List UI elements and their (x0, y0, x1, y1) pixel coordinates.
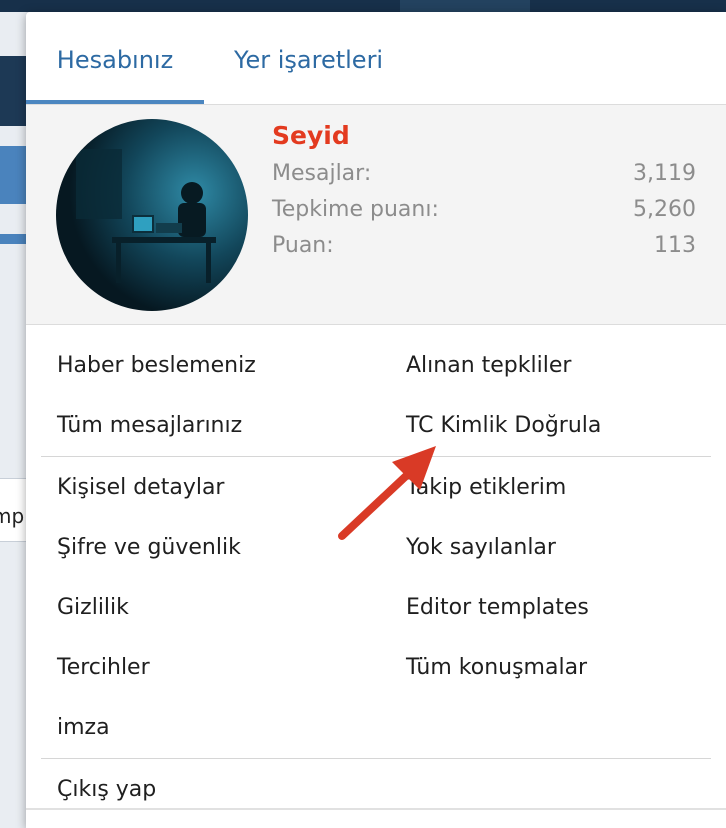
stat-label: Tepkime puanı: (272, 197, 439, 222)
account-menu-popup: Hesabınız Yer işaretleri Seyid Mesajlar:… (26, 12, 726, 828)
link-your-content[interactable]: Tüm mesajlarınız (57, 413, 242, 438)
menu-tabs: Hesabınız Yer işaretleri (26, 12, 726, 104)
stat-value: 5,260 (633, 197, 696, 222)
link-news-feed[interactable]: Haber beslemeniz (57, 353, 256, 378)
stat-points: Puan: 113 (272, 233, 696, 263)
background-top-bar (0, 0, 726, 12)
background-accent-strip (0, 234, 26, 244)
profile-summary: Seyid Mesajlar: 3,119 Tepkime puanı: 5,2… (26, 104, 726, 325)
link-signature[interactable]: imza (57, 715, 110, 740)
popup-bottom-border (26, 808, 726, 810)
stat-messages: Mesajlar: 3,119 (272, 161, 696, 191)
stat-value: 3,119 (633, 161, 696, 186)
annotation-arrow-icon (338, 446, 436, 540)
link-personal-details[interactable]: Kişisel detaylar (57, 475, 224, 500)
username[interactable]: Seyid (272, 121, 350, 150)
stat-label: Puan: (272, 233, 334, 258)
background-cut-text: mp (0, 504, 25, 528)
link-password-security[interactable]: Şifre ve güvenlik (57, 535, 241, 560)
background-header-notch (400, 0, 530, 12)
link-tc-id-verify[interactable]: TC Kimlik Doğrula (406, 413, 601, 438)
menu-divider (41, 758, 711, 759)
tab-bookmarks[interactable]: Yer işaretleri (234, 12, 383, 104)
background-page (0, 12, 26, 828)
avatar-image (56, 119, 248, 311)
link-all-conversations[interactable]: Tüm konuşmalar (406, 655, 587, 680)
link-editor-templates[interactable]: Editor templates (406, 595, 589, 620)
link-privacy[interactable]: Gizlilik (57, 595, 129, 620)
avatar[interactable] (56, 119, 248, 311)
tab-account[interactable]: Hesabınız (26, 12, 204, 104)
link-logout[interactable]: Çıkış yap (57, 777, 156, 802)
stat-label: Mesajlar: (272, 161, 372, 186)
stat-value: 113 (654, 233, 696, 258)
link-preferences[interactable]: Tercihler (57, 655, 150, 680)
stat-reaction-score: Tepkime puanı: 5,260 (272, 197, 696, 227)
background-sub-nav (0, 146, 26, 204)
background-nav-bar (0, 56, 26, 126)
link-reactions-received[interactable]: Alınan tepkliler (406, 353, 571, 378)
